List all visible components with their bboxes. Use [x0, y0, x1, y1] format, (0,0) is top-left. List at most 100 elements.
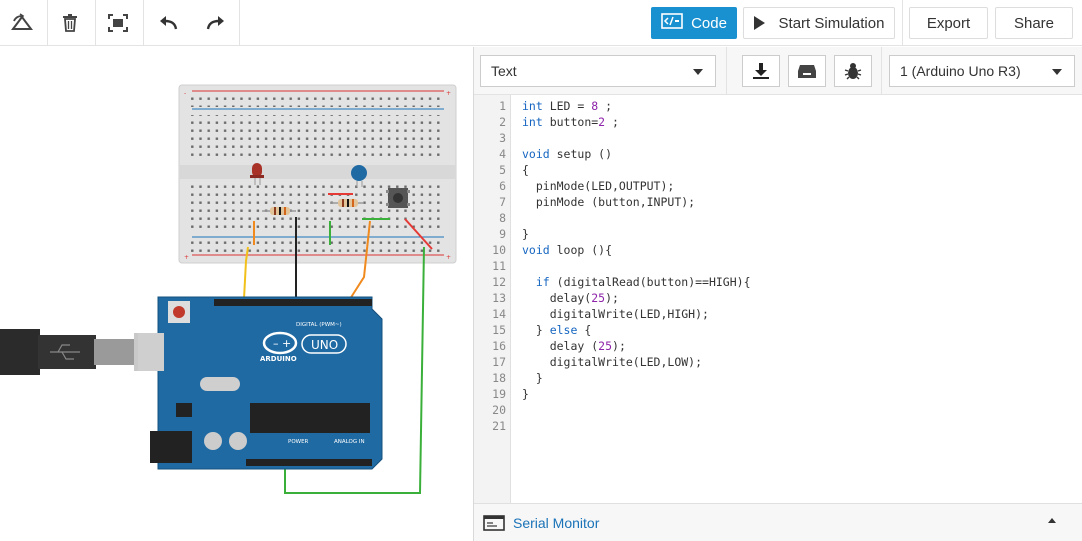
top-toolbar: Code Start Simulation Export Share: [0, 0, 1082, 46]
svg-text:-: -: [184, 90, 186, 97]
power-pins-label: POWER: [288, 439, 309, 445]
code-line[interactable]: }: [522, 227, 529, 241]
code-number: 25: [591, 291, 606, 305]
undo-icon[interactable]: [148, 3, 188, 43]
rotate-icon[interactable]: [2, 3, 42, 43]
edit-tools: [2, 0, 42, 46]
code-text: ;: [598, 99, 613, 113]
svg-text:– +: – +: [273, 337, 291, 350]
line-number: 5: [499, 163, 506, 177]
serial-monitor-bar[interactable]: Serial Monitor: [474, 503, 1082, 541]
svg-text:+: +: [446, 90, 451, 97]
board-brand-label: ARDUINO: [260, 355, 297, 363]
line-number: 6: [499, 179, 506, 193]
code-toolbar: Text 1 (Arduino Uno R3): [474, 47, 1082, 95]
pushbutton[interactable]: [386, 188, 410, 208]
circuit-canvas[interactable]: - + + + – + UNO ARDUINO DIGITAL (PWM~) P…: [0, 47, 473, 541]
code-text: {: [577, 323, 592, 337]
code-text: (digitalRead(button)==HIGH){: [549, 275, 751, 289]
line-number: 8: [499, 211, 506, 225]
chevron-down-icon: [1052, 69, 1062, 75]
code-text: );: [612, 339, 626, 353]
code-text: }: [522, 323, 550, 337]
code-number: 25: [598, 339, 613, 353]
code-text: pinMode(LED,OUTPUT);: [522, 179, 675, 193]
debugger-button[interactable]: [834, 55, 872, 87]
code-line[interactable]: void loop (){: [522, 243, 612, 257]
start-simulation-button[interactable]: Start Simulation: [743, 7, 895, 39]
export-label: Export: [926, 14, 971, 32]
chevron-down-icon: [693, 69, 703, 75]
code-panel: Text 1 (Arduino Uno R3) 1 2 3 4 5 6 7 8 9 10 11 12 1…: [474, 47, 1082, 541]
code-text: digitalWrite(LED,LOW);: [522, 355, 703, 369]
code-line[interactable]: pinMode(LED,OUTPUT);: [522, 179, 674, 193]
line-number: 17: [492, 355, 506, 369]
start-simulation-label: Start Simulation: [778, 14, 885, 32]
download-button[interactable]: [742, 55, 780, 87]
play-icon: [753, 16, 765, 30]
code-line[interactable]: delay(25);: [522, 291, 619, 305]
code-editor[interactable]: 1 2 3 4 5 6 7 8 9 10 11 12 13 14 15 16 17 18 19 20 21 int LE…: [474, 95, 1082, 503]
breadboard[interactable]: - + + +: [178, 84, 457, 264]
code-text: ;: [605, 115, 619, 129]
code-line[interactable]: } else {: [522, 323, 591, 337]
line-number: 7: [499, 195, 506, 209]
device-select[interactable]: 1 (Arduino Uno R3): [889, 55, 1075, 87]
svg-text:+: +: [184, 254, 189, 261]
export-button[interactable]: Export: [909, 7, 988, 39]
code-line[interactable]: pinMode (button,INPUT);: [522, 195, 695, 209]
line-number: 10: [492, 243, 506, 257]
code-line[interactable]: }: [522, 371, 543, 385]
share-button[interactable]: Share: [995, 7, 1073, 39]
code-line[interactable]: int button=2 ;: [522, 115, 619, 129]
code-line[interactable]: delay (25);: [522, 339, 626, 353]
line-number: 11: [492, 259, 506, 273]
code-keyword: if: [535, 275, 550, 289]
code-text: }: [522, 387, 529, 401]
code-keyword: else: [549, 323, 578, 337]
share-label: Share: [1013, 14, 1055, 32]
code-line[interactable]: digitalWrite(LED,HIGH);: [522, 307, 709, 321]
code-text: }: [522, 371, 543, 385]
code-mode-value: Text: [491, 63, 517, 79]
code-mode-select[interactable]: Text: [480, 55, 716, 87]
code-text: LED =: [542, 99, 592, 113]
code-line[interactable]: void setup (): [522, 147, 612, 161]
chevron-up-icon[interactable]: [1048, 518, 1056, 523]
library-button[interactable]: [788, 55, 826, 87]
code-text: delay (: [522, 339, 599, 353]
code-line[interactable]: if (digitalRead(button)==HIGH){: [522, 275, 751, 289]
line-number: 16: [492, 339, 506, 353]
code-text: setup (): [549, 147, 613, 161]
code-button[interactable]: Code: [651, 7, 737, 39]
line-number: 2: [499, 115, 506, 129]
code-text: loop (){: [549, 243, 613, 257]
svg-text:+: +: [446, 254, 451, 261]
device-select-value: 1 (Arduino Uno R3): [900, 63, 1021, 79]
line-number: 15: [492, 323, 506, 337]
line-number: 14: [492, 307, 506, 321]
code-line[interactable]: int LED = 8 ;: [522, 99, 612, 113]
redo-icon[interactable]: [196, 3, 236, 43]
delete-icon[interactable]: [50, 3, 90, 43]
code-keyword: void: [522, 243, 550, 257]
code-line[interactable]: digitalWrite(LED,LOW);: [522, 355, 702, 369]
code-text: {: [522, 163, 529, 177]
arduino-uno-board[interactable]: – + UNO ARDUINO DIGITAL (PWM~) POWER ANA…: [138, 296, 383, 470]
code-line[interactable]: {: [522, 163, 529, 177]
code-text: );: [605, 291, 619, 305]
code-line[interactable]: }: [522, 387, 529, 401]
code-text: button=: [542, 115, 599, 129]
code-button-label: Code: [691, 14, 727, 32]
circuit-drawing: - + + + – + UNO ARDUINO DIGITAL (PWM~) P…: [0, 84, 457, 494]
code-text: digitalWrite(LED,HIGH);: [522, 307, 709, 321]
line-number: 19: [492, 387, 506, 401]
analog-pins-label: ANALOG IN: [334, 439, 365, 445]
line-number: 1: [499, 99, 506, 113]
fit-view-icon[interactable]: [98, 3, 138, 43]
line-number-gutter: 1 2 3 4 5 6 7 8 9 10 11 12 13 14 15 16 17 18 19 20 21: [474, 95, 511, 503]
code-text: }: [522, 227, 529, 241]
digital-pins-label: DIGITAL (PWM~): [296, 322, 342, 328]
library-icon: [798, 65, 816, 78]
